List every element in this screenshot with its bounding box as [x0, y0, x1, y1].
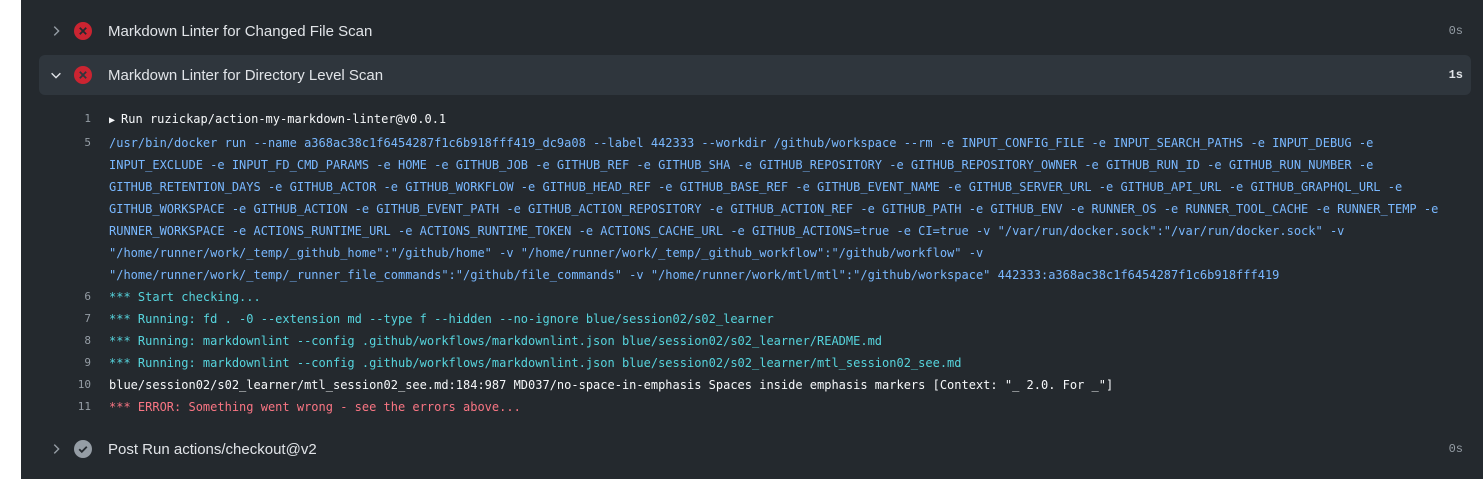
step-directory-level-scan[interactable]: Markdown Linter for Directory Level Scan…	[39, 55, 1471, 95]
log-line[interactable]: 10 blue/session02/s02_learner/mtl_sessio…	[21, 374, 1483, 396]
step-changed-file-scan[interactable]: Markdown Linter for Changed File Scan 0s	[39, 11, 1471, 51]
log-text: *** Running: markdownlint --config .gith…	[109, 356, 962, 370]
log-text: *** Running: fd . -0 --extension md --ty…	[109, 312, 774, 326]
log-text: /usr/bin/docker run --name a368ac38c1f64…	[109, 136, 1446, 282]
line-number[interactable]: 10	[21, 374, 91, 396]
log-text: blue/session02/s02_learner/mtl_session02…	[109, 378, 1114, 392]
log-line[interactable]: 1 ▶ Run ruzickap/action-my-markdown-lint…	[21, 108, 1483, 132]
step-duration: 0s	[1448, 442, 1463, 456]
line-number[interactable]: 7	[21, 308, 91, 330]
line-number[interactable]: 6	[21, 286, 91, 308]
log-line[interactable]: 8 *** Running: markdownlint --config .gi…	[21, 330, 1483, 352]
chevron-right-icon[interactable]	[39, 429, 73, 469]
chevron-down-icon[interactable]	[39, 55, 73, 95]
triangle-right-icon[interactable]: ▶	[109, 115, 121, 126]
job-log-panel: Markdown Linter for Changed File Scan 0s…	[21, 0, 1483, 479]
log-line[interactable]: 6 *** Start checking...	[21, 286, 1483, 308]
log-line[interactable]: 9 *** Running: markdownlint --config .gi…	[21, 352, 1483, 374]
log-text: *** ERROR: Something went wrong - see th…	[109, 400, 521, 414]
log-line[interactable]: 11 *** ERROR: Something went wrong - see…	[21, 396, 1483, 418]
check-circle-icon	[73, 439, 93, 459]
log-text: Run ruzickap/action-my-markdown-linter@v…	[121, 112, 447, 126]
step-log-output: 1 ▶ Run ruzickap/action-my-markdown-lint…	[21, 108, 1483, 418]
x-circle-icon	[73, 65, 93, 85]
log-line[interactable]: 7 *** Running: fd . -0 --extension md --…	[21, 308, 1483, 330]
step-post-run-checkout[interactable]: Post Run actions/checkout@v2 0s	[39, 429, 1471, 469]
line-number[interactable]: 1	[21, 108, 91, 130]
step-duration: 1s	[1448, 68, 1463, 82]
step-duration: 0s	[1448, 24, 1463, 38]
line-number[interactable]: 5	[21, 132, 91, 154]
line-number[interactable]: 9	[21, 352, 91, 374]
log-line[interactable]: 5 /usr/bin/docker run --name a368ac38c1f…	[21, 132, 1483, 286]
log-text: *** Running: markdownlint --config .gith…	[109, 334, 883, 348]
step-title: Markdown Linter for Changed File Scan	[108, 22, 373, 40]
line-number[interactable]: 11	[21, 396, 91, 418]
log-text: *** Start checking...	[109, 290, 261, 304]
chevron-right-icon[interactable]	[39, 11, 73, 51]
step-title: Post Run actions/checkout@v2	[108, 440, 317, 458]
step-title: Markdown Linter for Directory Level Scan	[108, 66, 384, 84]
x-circle-icon	[73, 21, 93, 41]
line-number[interactable]: 8	[21, 330, 91, 352]
